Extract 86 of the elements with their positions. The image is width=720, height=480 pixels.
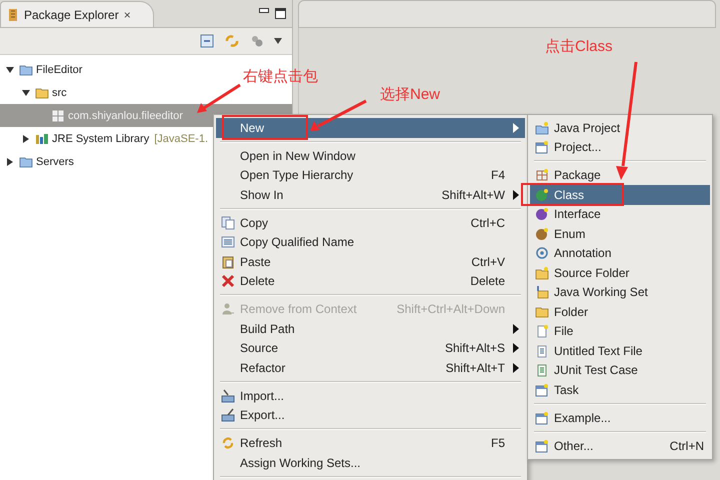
project-folder-icon	[19, 154, 33, 168]
working-set-icon	[535, 285, 549, 300]
menu-item[interactable]: Untitled Text File	[530, 341, 710, 360]
menu-item[interactable]: File	[530, 322, 710, 341]
tree-item[interactable]: FileEditor	[0, 58, 86, 81]
expand-triangle-icon[interactable]	[22, 134, 30, 142]
tree-item[interactable]: JRE System Library [JavaSE-1.	[0, 127, 212, 150]
annotation-text: 选择New	[380, 85, 440, 104]
menu-item[interactable]: Package	[530, 166, 710, 185]
annotation-text: 右键点击包	[243, 67, 318, 86]
new-window-icon	[535, 382, 549, 397]
folder-icon	[35, 86, 49, 100]
menu-item[interactable]: Task	[530, 380, 710, 400]
minimize-icon[interactable]	[259, 8, 269, 14]
folder-icon	[535, 304, 549, 319]
list-icon	[221, 235, 235, 250]
new-window-icon	[535, 140, 549, 154]
submenu-arrow-icon	[513, 122, 519, 133]
menu-item[interactable]: Copy Ctrl+C	[216, 213, 525, 232]
tree-item[interactable]: Servers	[0, 150, 78, 173]
new-project-icon	[535, 120, 549, 135]
submenu-arrow-icon	[513, 343, 519, 354]
menu-item[interactable]: Show In Shift+Alt+W	[216, 185, 525, 204]
expand-triangle-icon[interactable]	[6, 158, 14, 166]
new-package-icon	[535, 168, 549, 182]
import-icon	[221, 388, 235, 403]
annotation-arrow	[310, 100, 367, 131]
refresh-icon	[221, 436, 235, 450]
menu-item[interactable]: Copy Qualified Name	[216, 232, 525, 252]
package-icon	[51, 108, 65, 122]
annotation-text: 点击Class	[545, 37, 613, 56]
menu-item[interactable]: Source Shift+Alt+S	[216, 338, 525, 358]
interface-icon	[535, 207, 549, 222]
menu-item[interactable]: Paste Ctrl+V	[216, 252, 525, 272]
clipboard-icon	[221, 254, 235, 269]
menu-item[interactable]: Annotation	[530, 244, 710, 263]
menu-item[interactable]: Open Type Hierarchy F4	[216, 166, 525, 185]
delete-icon	[221, 274, 235, 288]
menu-item[interactable]: Assign Working Sets...	[216, 453, 525, 472]
menu-item[interactable]: Java Working Set	[530, 282, 710, 302]
menu-item[interactable]: Interface	[530, 204, 710, 224]
library-version: [JavaSE-1.	[154, 132, 208, 144]
new-window-icon	[535, 410, 549, 425]
menu-item[interactable]: Import...	[216, 386, 525, 406]
menu-item[interactable]: New	[216, 118, 525, 138]
annotation-icon	[535, 246, 549, 260]
submenu-arrow-icon	[513, 362, 519, 373]
menu-item[interactable]: Build Path	[216, 319, 525, 338]
person-icon	[221, 302, 235, 316]
menu-item[interactable]: Export...	[216, 406, 525, 425]
export-icon	[221, 408, 235, 422]
menu-item[interactable]: JUnit Test Case	[530, 360, 710, 380]
file-icon	[535, 324, 549, 338]
menu-item[interactable]: Example...	[530, 408, 710, 428]
menu-item[interactable]: Refactor Shift+Alt+T	[216, 358, 525, 378]
project-folder-icon	[19, 62, 33, 76]
text-file-icon	[535, 344, 549, 358]
submenu-arrow-icon	[513, 190, 519, 200]
collapse-triangle-icon[interactable]	[274, 37, 282, 45]
collapse-triangle-icon[interactable]	[22, 88, 30, 96]
menu-item[interactable]: Other... Ctrl+N	[530, 436, 710, 456]
menu-item[interactable]: Source Folder	[530, 263, 710, 282]
maximize-icon[interactable]	[275, 8, 286, 19]
new-folder-icon	[535, 266, 549, 280]
menu-item[interactable]: Java Project	[530, 118, 710, 138]
tree-item[interactable]: src	[0, 81, 71, 104]
annotation-arrow	[197, 84, 241, 113]
close-tab-button[interactable]: ×	[124, 8, 131, 22]
copy-icon	[221, 216, 235, 230]
package-explorer-tab[interactable]: Package Explorer ×	[0, 1, 154, 27]
new-window-icon	[535, 438, 549, 453]
package-explorer-icon	[7, 8, 19, 22]
enum-icon	[535, 226, 549, 241]
menu-item[interactable]: Enum	[530, 224, 710, 244]
class-icon	[535, 188, 549, 202]
test-file-icon	[535, 363, 549, 378]
menu-item[interactable]: Folder	[530, 302, 710, 322]
collapse-all-icon[interactable]	[200, 34, 214, 48]
menu-item[interactable]: Open in New Window	[216, 146, 525, 166]
submenu-arrow-icon	[513, 324, 519, 334]
menu-item[interactable]: Class	[530, 185, 710, 204]
menu-item[interactable]: Delete Delete	[216, 272, 525, 291]
menu-item[interactable]: Refresh F5	[216, 434, 525, 453]
menu-item[interactable]: Project...	[530, 138, 710, 157]
collapse-triangle-icon[interactable]	[6, 66, 14, 74]
library-icon	[35, 132, 49, 146]
